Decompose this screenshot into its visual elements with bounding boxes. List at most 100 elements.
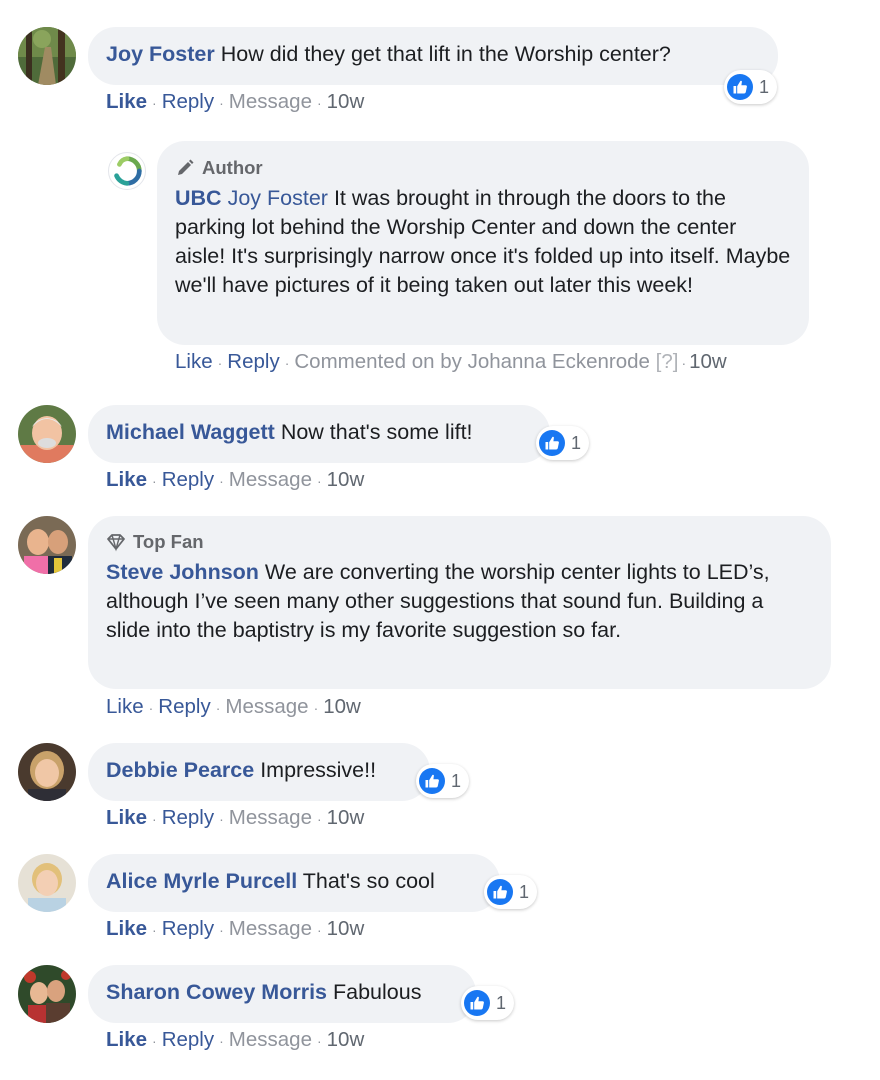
like-button[interactable]: Like [175,350,213,373]
message-button[interactable]: Message [225,695,308,718]
reply-button[interactable]: Reply [162,1028,214,1051]
comment-bubble: Debbie Pearce Impressive!! [88,743,430,801]
separator: · [284,354,290,371]
timestamp[interactable]: 10w [327,1028,365,1051]
avatar-steve-johnson[interactable] [18,516,76,574]
reaction-number: 1 [519,881,530,902]
help-link[interactable]: [?] [656,350,679,373]
like-button[interactable]: Like [106,90,147,113]
like-icon [419,768,445,794]
reply-button[interactable]: Reply [158,695,210,718]
pencil-icon [178,159,194,175]
like-icon [487,879,513,905]
message-button[interactable]: Message [229,90,312,113]
comment-author[interactable]: Joy Foster [106,42,215,66]
reaction-number: 1 [571,432,582,453]
comment-text: Now that's some lift! [280,420,473,444]
message-button[interactable]: Message [229,468,312,491]
timestamp[interactable]: 10w [327,90,365,113]
reaction-number: 1 [451,770,462,791]
avatar-alice-myrle-purcell[interactable] [18,854,76,912]
separator: · [219,921,224,938]
comment-bubble: Sharon Cowey Morris Fabulous [88,965,476,1023]
comment-author[interactable]: Steve Johnson [106,560,259,584]
comment-actions: Like · Reply · Commented on by Johanna Ecken… [175,350,727,374]
timestamp[interactable]: 10w [323,695,361,718]
mention-link[interactable]: Joy Foster [228,186,328,210]
separator: · [148,699,154,716]
like-button[interactable]: Like [106,917,147,940]
comment-author[interactable]: Sharon Cowey Morris [106,980,327,1004]
like-button[interactable]: Like [106,1028,147,1051]
reply-button[interactable]: Reply [162,468,214,491]
comment-actions: Like · Reply · Message · 10w [106,468,364,492]
separator: · [217,354,223,371]
comment-bubble: Alice Myrle Purcell That's so cool [88,854,500,912]
comment-actions: Like · Reply · Message · 10w [106,806,364,830]
badge-label: Top Fan [133,531,204,552]
author-badge: Author [175,153,791,182]
separator: · [316,810,322,827]
message-button[interactable]: Message [229,1028,312,1051]
avatar-michael-waggett[interactable] [18,405,76,463]
reaction-number: 1 [496,992,507,1013]
reaction-count[interactable]: 1 [536,426,590,460]
comment-author[interactable]: UBC [175,186,222,210]
separator: · [316,1032,322,1049]
message-button[interactable]: Message [229,917,312,940]
reaction-count[interactable]: 1 [416,764,470,798]
separator: · [316,472,322,489]
reaction-count[interactable]: 1 [724,70,778,104]
diamond-icon [107,533,125,552]
comment-actions: Like · Reply · Message · 10w [106,90,364,114]
comment-author[interactable]: Debbie Pearce [106,758,254,782]
separator: · [219,1032,224,1049]
separator: · [316,921,322,938]
separator: · [152,472,157,489]
comment-actions: Like · Reply · Message · 10w [106,695,361,719]
reply-button[interactable]: Reply [162,806,214,829]
reply-button[interactable]: Reply [162,917,214,940]
like-icon [727,74,753,100]
top-fan-badge: Top Fan [106,527,813,556]
separator: · [152,94,157,111]
reaction-number: 1 [759,76,770,97]
timestamp[interactable]: 10w [327,806,365,829]
avatar-sharon-cowey-morris[interactable] [18,965,76,1023]
reaction-count[interactable]: 1 [461,986,515,1020]
comment-actions: Like · Reply · Message · 10w [106,917,364,941]
comment-bubble: Michael Waggett Now that's some lift! [88,405,550,463]
badge-label: Author [202,157,263,178]
reply-button[interactable]: Reply [162,90,214,113]
like-button[interactable]: Like [106,695,144,718]
separator: · [219,94,224,111]
separator: · [152,810,157,827]
separator: · [681,354,687,371]
avatar-debbie-pearce[interactable] [18,743,76,801]
reaction-count[interactable]: 1 [484,875,538,909]
comment-bubble: Joy Foster How did they get that lift in… [88,27,778,85]
comment-author[interactable]: Alice Myrle Purcell [106,869,297,893]
separator: · [152,921,157,938]
separator: · [219,810,224,827]
commented-on-text: Commented on by Johanna Eckenrode [294,350,650,373]
like-button[interactable]: Like [106,468,147,491]
like-button[interactable]: Like [106,806,147,829]
timestamp[interactable]: 10w [689,350,727,373]
reply-button[interactable]: Reply [227,350,279,373]
comment-author[interactable]: Michael Waggett [106,420,275,444]
message-button[interactable]: Message [229,806,312,829]
timestamp[interactable]: 10w [327,468,365,491]
separator: · [313,699,319,716]
comment-text: Impressive!! [260,758,377,782]
avatar-joy-foster[interactable] [18,27,76,85]
separator: · [316,94,322,111]
comment-text: Fabulous [333,980,422,1004]
like-icon [539,430,565,456]
like-icon [464,990,490,1016]
separator: · [215,699,221,716]
timestamp[interactable]: 10w [327,917,365,940]
comment-bubble: Top Fan Steve Johnson We are converting … [88,516,831,689]
comment-actions: Like · Reply · Message · 10w [106,1028,364,1052]
avatar-ubc[interactable] [108,152,146,190]
